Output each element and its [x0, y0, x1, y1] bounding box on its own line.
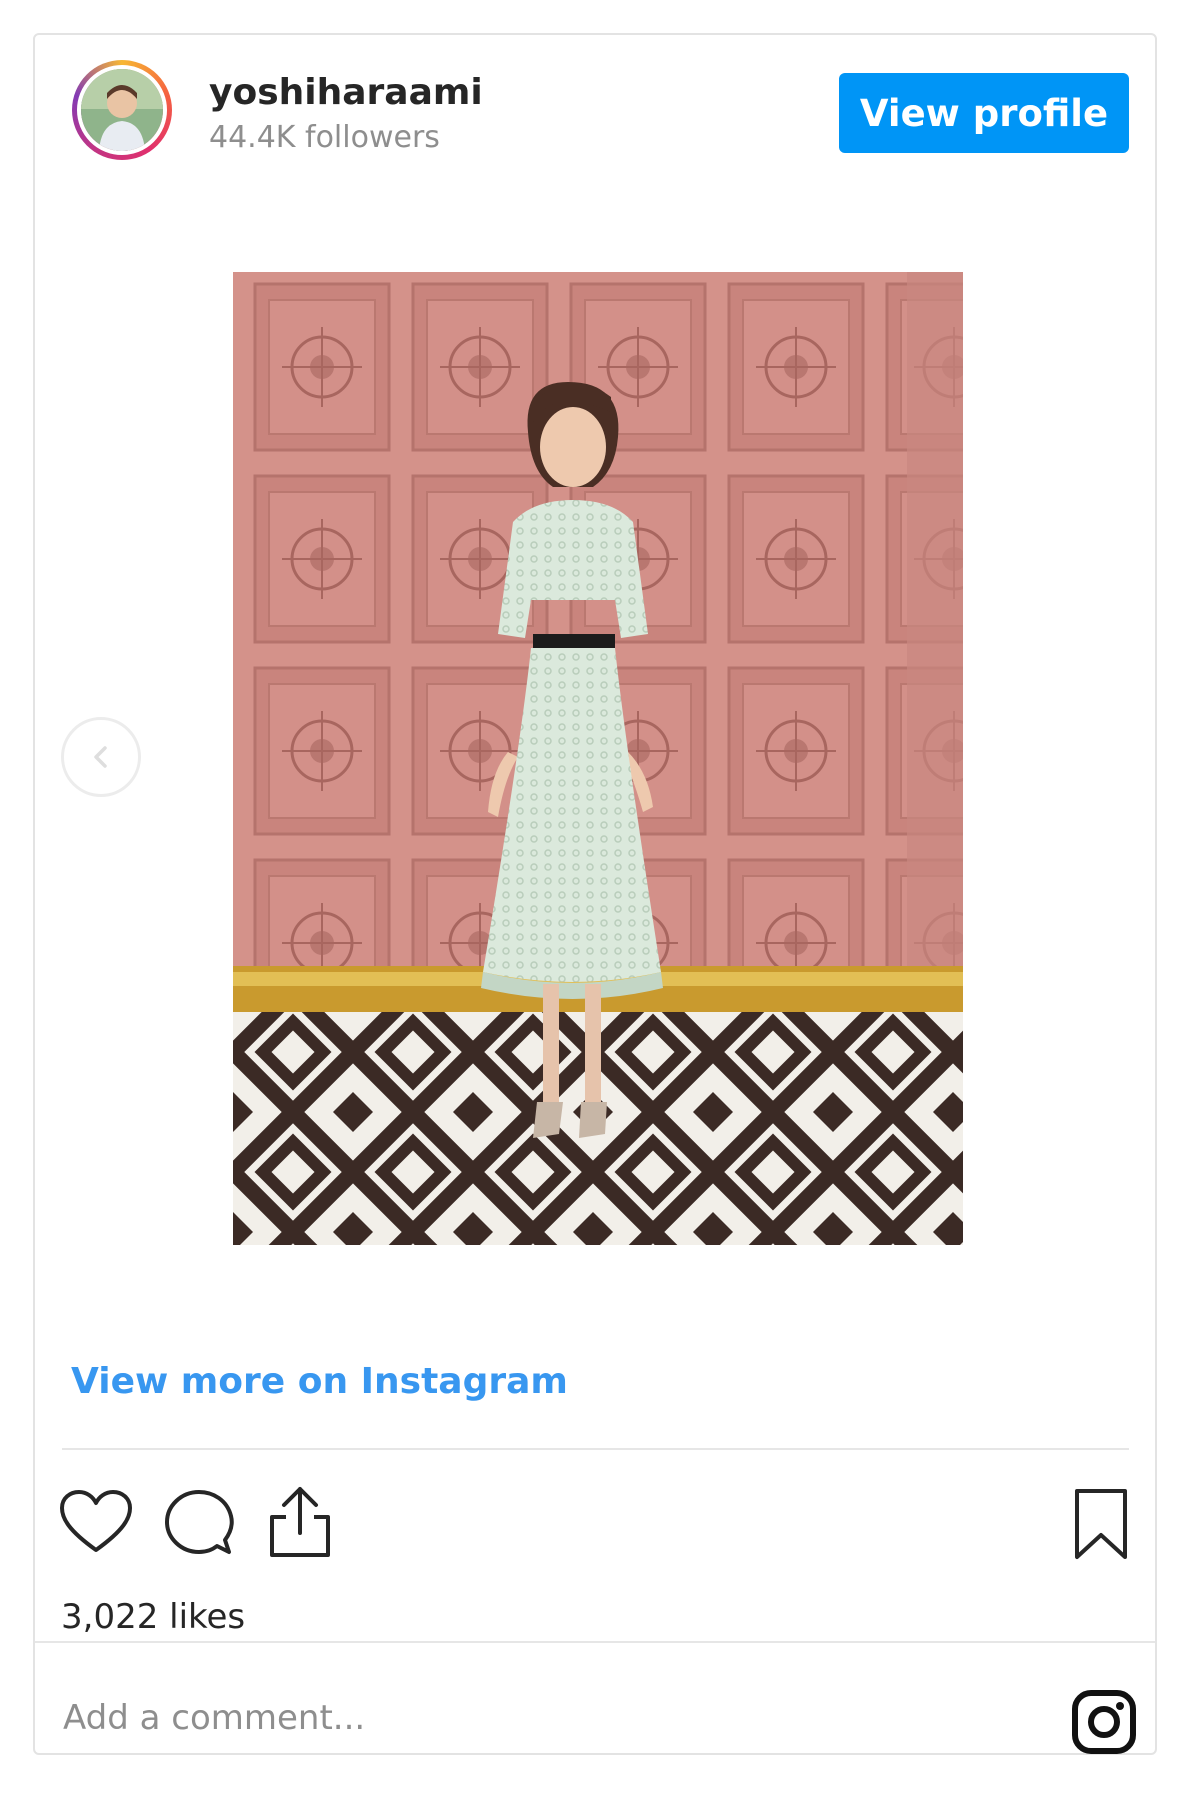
like-count: 3,022 likes — [61, 1597, 246, 1637]
avatar-image[interactable] — [77, 65, 167, 155]
instagram-embed-card: yoshiharaami 44.4K followers View profil… — [33, 33, 1157, 1755]
comment-icon[interactable] — [163, 1488, 235, 1560]
previous-photo-button[interactable] — [61, 717, 141, 797]
chevron-left-icon — [94, 746, 107, 768]
avatar[interactable] — [72, 60, 172, 160]
post-photo[interactable] — [233, 272, 963, 1245]
divider — [62, 1448, 1129, 1450]
bookmark-icon[interactable] — [1071, 1487, 1131, 1561]
view-more-link[interactable]: View more on Instagram — [71, 1361, 568, 1402]
view-profile-button[interactable]: View profile — [839, 73, 1129, 153]
divider — [35, 1641, 1155, 1643]
instagram-icon[interactable] — [1071, 1689, 1137, 1755]
comment-input[interactable]: Add a comment... — [63, 1698, 365, 1738]
heart-icon[interactable] — [58, 1488, 134, 1556]
follower-count: 44.4K followers — [209, 120, 440, 155]
username[interactable]: yoshiharaami — [209, 72, 483, 113]
share-icon[interactable] — [266, 1483, 334, 1561]
